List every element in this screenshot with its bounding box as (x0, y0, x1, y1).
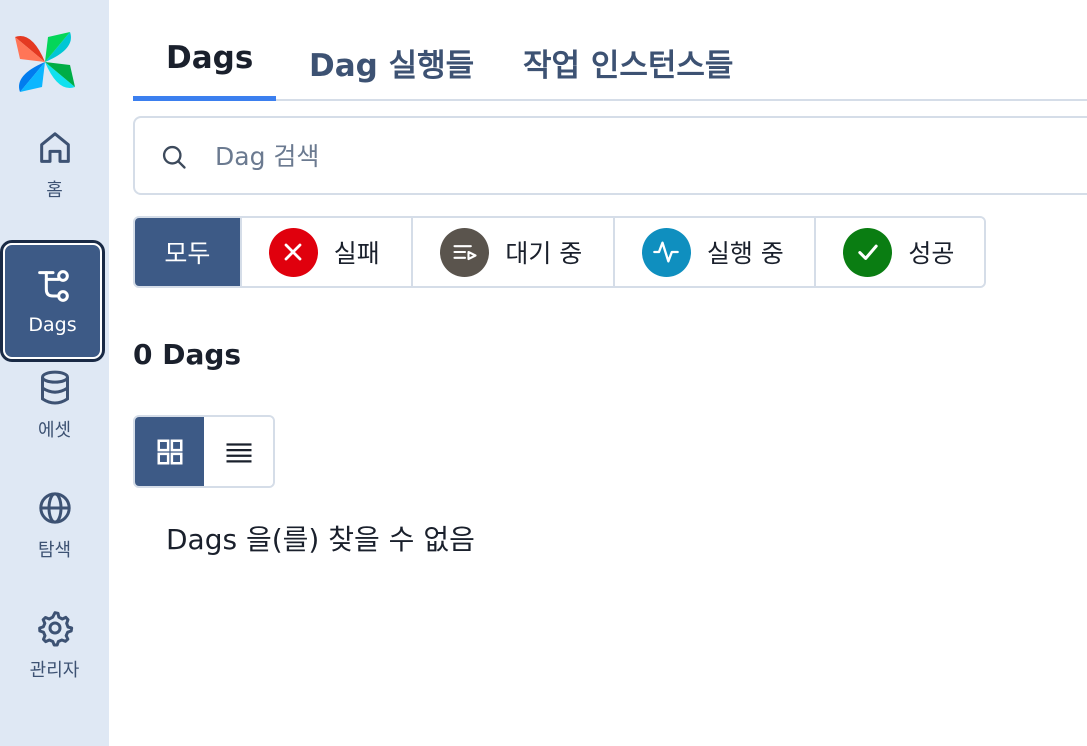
database-icon (40, 370, 69, 405)
filter-success-label: 성공 (908, 239, 955, 268)
search-input[interactable] (215, 136, 915, 176)
failed-status-icon (268, 227, 318, 277)
view-toggle (133, 415, 275, 488)
status-filter-group: 모두 실패 대기 중 실행 중 성공 (133, 216, 986, 288)
active-tab-indicator (133, 96, 276, 101)
sidebar-item-admin[interactable]: 관리자 (0, 590, 109, 700)
search-icon (162, 145, 186, 169)
filter-all-label: 모두 (164, 239, 211, 268)
tab-bar: Dags Dag 실행들 작업 인스턴스들 (133, 0, 1087, 101)
filter-running-button[interactable]: 실행 중 (612, 218, 815, 286)
filter-running-label: 실행 중 (706, 239, 784, 268)
dags-icon (37, 270, 69, 302)
sidebar-item-label: 홈 (46, 180, 63, 201)
sidebar-item-label: 관리자 (29, 660, 80, 681)
success-status-icon (843, 227, 893, 277)
tab-dags[interactable]: Dags (166, 40, 253, 101)
main-content: Dags Dag 실행들 작업 인스턴스들 모두 실패 (133, 0, 1087, 746)
tab-task-instances[interactable]: 작업 인스턴스들 (523, 40, 733, 101)
airflow-logo[interactable] (12, 29, 78, 95)
empty-state-message: Dags 을(를) 찾을 수 없음 (166, 523, 475, 556)
filter-failed-button[interactable]: 실패 (239, 218, 412, 286)
filter-success-button[interactable]: 성공 (814, 218, 984, 286)
tab-dag-runs[interactable]: Dag 실행들 (309, 40, 474, 101)
sidebar: 홈 Dags 에셋 탐색 관리자 (0, 0, 109, 746)
globe-icon (38, 492, 71, 524)
sidebar-item-dags[interactable]: Dags (0, 240, 105, 362)
running-status-icon (641, 227, 691, 277)
queued-status-icon (440, 227, 490, 277)
sidebar-item-assets[interactable]: 에셋 (0, 350, 109, 460)
grid-view-button[interactable] (135, 417, 204, 486)
sidebar-item-browse[interactable]: 탐색 (0, 470, 109, 580)
list-view-button[interactable] (204, 417, 273, 486)
dag-count-title: 0 Dags (133, 338, 242, 371)
sidebar-item-label: 탐색 (37, 540, 72, 561)
filter-all-button[interactable]: 모두 (135, 218, 240, 286)
filter-failed-label: 실패 (333, 239, 380, 268)
sidebar-item-label: Dags (28, 314, 77, 336)
search-box (133, 116, 1087, 195)
gear-icon (37, 611, 73, 647)
grid-icon (157, 439, 182, 464)
filter-queued-label: 대기 중 (505, 239, 583, 268)
filter-queued-button[interactable]: 대기 중 (411, 218, 613, 286)
home-icon (39, 132, 70, 163)
app: 홈 Dags 에셋 탐색 관리자 Dags Dag 실행들 작업 인스턴스들 D… (0, 0, 1087, 746)
list-icon (226, 442, 251, 462)
sidebar-item-home[interactable]: 홈 (0, 110, 109, 220)
sidebar-item-label: 에셋 (37, 420, 72, 441)
